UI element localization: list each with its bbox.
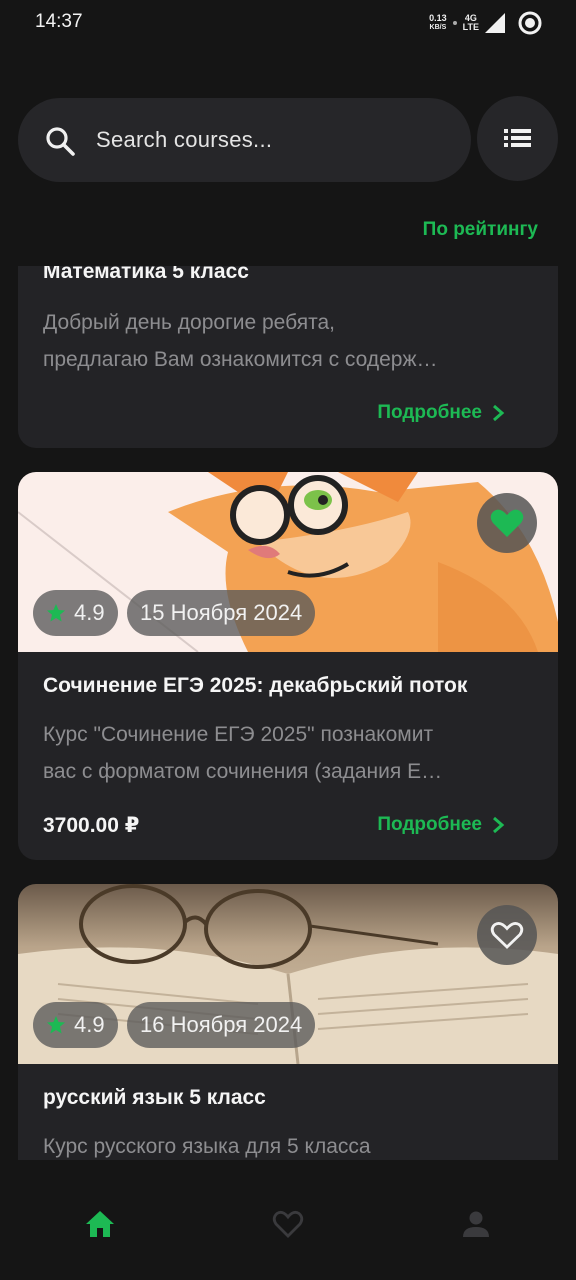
chevron-right-icon xyxy=(493,816,505,834)
profile-icon[interactable] xyxy=(460,1208,492,1240)
course-card[interactable]: Математика 5 класс Добрый день дорогие р… xyxy=(18,266,558,448)
status-time: 14:37 xyxy=(35,11,83,32)
network-type-indicator: 4G LTE xyxy=(462,13,479,32)
chevron-right-icon xyxy=(493,404,505,422)
heart-icon[interactable] xyxy=(272,1208,304,1240)
rating-chip: 4.9 xyxy=(33,1002,118,1048)
status-icons: 0.13 KB/S 4G LTE xyxy=(429,10,543,36)
course-title: русский язык 5 класс xyxy=(43,1086,266,1109)
favorite-button[interactable] xyxy=(477,493,537,553)
course-title: Математика 5 класс xyxy=(43,266,249,283)
sort-toggle[interactable]: По рейтингу xyxy=(423,219,538,241)
search-bar[interactable]: Search courses... xyxy=(18,98,471,182)
filter-button[interactable] xyxy=(477,96,558,181)
date-chip: 15 Ноября 2024 xyxy=(127,590,316,636)
list-icon xyxy=(504,129,531,147)
more-link[interactable]: Подробнее xyxy=(377,402,506,424)
date-chip: 16 Ноября 2024 xyxy=(127,1002,316,1048)
bottom-navigation xyxy=(0,1160,576,1280)
course-image: 4.9 15 Ноября 2024 xyxy=(18,472,558,652)
course-description: Курс русского языка для 5 класса xyxy=(43,1135,371,1158)
star-icon xyxy=(47,604,65,622)
course-title: Сочинение ЕГЭ 2025: декабрьский поток xyxy=(43,674,468,697)
heart-filled-icon xyxy=(490,509,524,537)
course-card[interactable]: 4.9 15 Ноября 2024 Сочинение ЕГЭ 2025: д… xyxy=(18,472,558,860)
signal-icon xyxy=(485,13,505,33)
search-icon xyxy=(46,127,75,156)
favorite-button[interactable] xyxy=(477,905,537,965)
rating-chip: 4.9 xyxy=(33,590,118,636)
course-card[interactable]: 4.9 16 Ноября 2024 русский язык 5 класс … xyxy=(18,884,558,1160)
home-icon[interactable] xyxy=(84,1208,116,1240)
course-price: 3700.00 ₽ xyxy=(43,814,140,837)
more-link[interactable]: Подробнее xyxy=(377,814,506,836)
course-description: Добрый день дорогие ребята, предлагаю Ва… xyxy=(43,311,438,371)
status-ring-icon xyxy=(518,11,542,35)
separator-dot xyxy=(452,21,457,25)
status-bar: 14:37 0.13 KB/S 4G LTE xyxy=(0,0,576,44)
course-image: 4.9 16 Ноября 2024 xyxy=(18,884,558,1064)
course-list[interactable]: Математика 5 класс Добрый день дорогие р… xyxy=(0,266,576,1160)
course-description: Курс "Сочинение ЕГЭ 2025" познакомит вас… xyxy=(43,723,443,783)
heart-outline-icon xyxy=(490,922,524,949)
search-input[interactable]: Search courses... xyxy=(96,127,272,153)
net-speed-indicator: 0.13 KB/S xyxy=(429,13,447,32)
star-icon xyxy=(47,1016,65,1034)
